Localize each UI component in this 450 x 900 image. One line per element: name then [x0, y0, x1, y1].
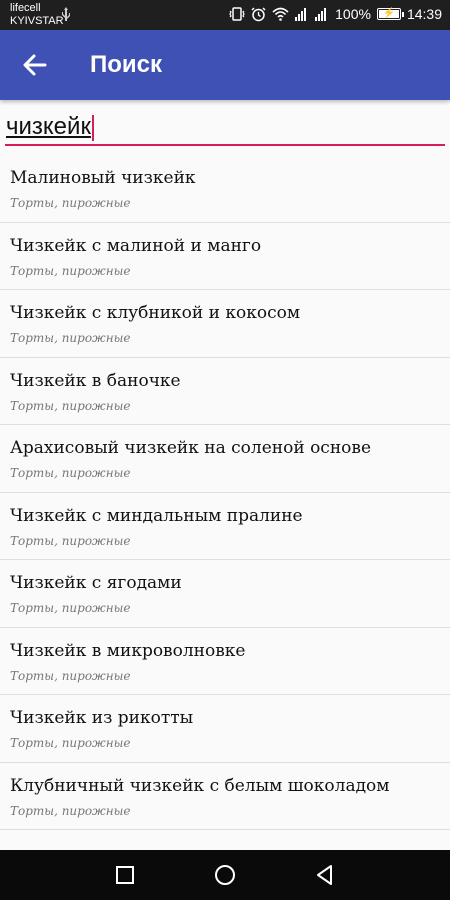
list-item[interactable]: Чизкейк с миндальным пралине Торты, пирож…	[0, 493, 450, 560]
carrier-info: lifecell KYIVSTAR	[10, 2, 64, 28]
clock: 14:39	[406, 6, 442, 22]
carrier-name-1: lifecell	[10, 2, 41, 14]
list-item[interactable]: Чизкейк с клубникой и кокосом Торты, пиро…	[0, 290, 450, 358]
recents-square-icon[interactable]	[113, 863, 137, 887]
recipe-title: Чизкейк с малиной и манго	[10, 235, 262, 256]
list-item[interactable]: Чизкейк в баночке Торты, пирожные	[0, 358, 450, 425]
recipe-category: Торты, пирожные	[10, 533, 131, 548]
home-circle-icon[interactable]	[213, 863, 237, 887]
list-item[interactable]: Чизкейк в микроволновке Торты, пирожные	[0, 628, 450, 695]
recipe-title: Арахисовый чизкейк на соленой основе	[10, 438, 372, 458]
recipe-category: Торты, пирожные	[10, 668, 131, 683]
recipe-title: Чизкейк из рикотты	[10, 708, 194, 728]
recipe-title: Чизкейк с клубникой и кокосом	[10, 303, 301, 323]
signal-icon	[315, 8, 327, 21]
recipe-category: Торты, пирожные	[10, 601, 131, 615]
list-item[interactable]: Чизкейк из рикотты Торты, пирожные	[0, 695, 450, 763]
charging-icon: ⚡	[382, 8, 396, 19]
search-results-list: Малиновый чизкейк Торты, пирожные Чизкейк …	[0, 155, 450, 830]
recipe-category: Торты, пирожные	[10, 398, 131, 413]
recipe-title: Малиновый чизкейк	[10, 168, 196, 188]
text-cursor	[92, 115, 94, 141]
battery-percent: 100%	[335, 6, 371, 22]
list-item[interactable]: Клубничный чизкейк с белым шоколадом Торт…	[0, 763, 450, 830]
wifi-icon	[272, 7, 289, 21]
alarm-icon	[251, 6, 266, 21]
app-bar: Поиск	[0, 30, 450, 100]
recipe-title: Чизкейк в баночке	[10, 370, 181, 391]
arrow-back-icon[interactable]	[18, 48, 52, 82]
recipe-title: Чизкейк с миндальным пралине	[10, 505, 303, 526]
page-title: Поиск	[90, 51, 163, 78]
vibrate-icon	[229, 7, 245, 21]
navigation-bar	[0, 850, 450, 900]
search-input-value[interactable]: чизкейк	[6, 112, 91, 142]
recipe-category: Торты, пирожные	[10, 263, 131, 278]
recipe-title: Клубничный чизкейк с белым шоколадом	[10, 775, 390, 796]
recipe-category: Торты, пирожные	[10, 466, 131, 480]
list-item[interactable]: Чизкейк с ягодами Торты, пирожные	[0, 560, 450, 628]
search-input[interactable]: чизкейк	[5, 112, 445, 146]
recipe-title: Чизкейк с ягодами	[10, 573, 182, 593]
recipe-category: Торты, пирожные	[10, 803, 131, 818]
usb-icon	[62, 7, 70, 21]
carrier-name-2: KYIVSTAR	[10, 15, 64, 27]
list-item[interactable]: Чизкейк с малиной и манго Торты, пирожные	[0, 223, 450, 290]
recipe-title: Чизкейк в микроволновке	[10, 640, 246, 661]
battery-icon: ⚡	[376, 8, 404, 20]
recipe-category: Торты, пирожные	[10, 196, 131, 210]
status-icons: 100% ⚡ 14:39	[229, 6, 442, 22]
signal-icon	[295, 8, 307, 21]
list-item[interactable]: Арахисовый чизкейк на соленой основе Торт…	[0, 425, 450, 493]
status-bar: lifecell KYIVSTAR 100% ⚡ 14:39	[0, 0, 450, 30]
list-item[interactable]: Малиновый чизкейк Торты, пирожные	[0, 155, 450, 223]
recipe-category: Торты, пирожные	[10, 736, 131, 750]
back-triangle-icon[interactable]	[313, 863, 337, 887]
recipe-category: Торты, пирожные	[10, 331, 131, 345]
